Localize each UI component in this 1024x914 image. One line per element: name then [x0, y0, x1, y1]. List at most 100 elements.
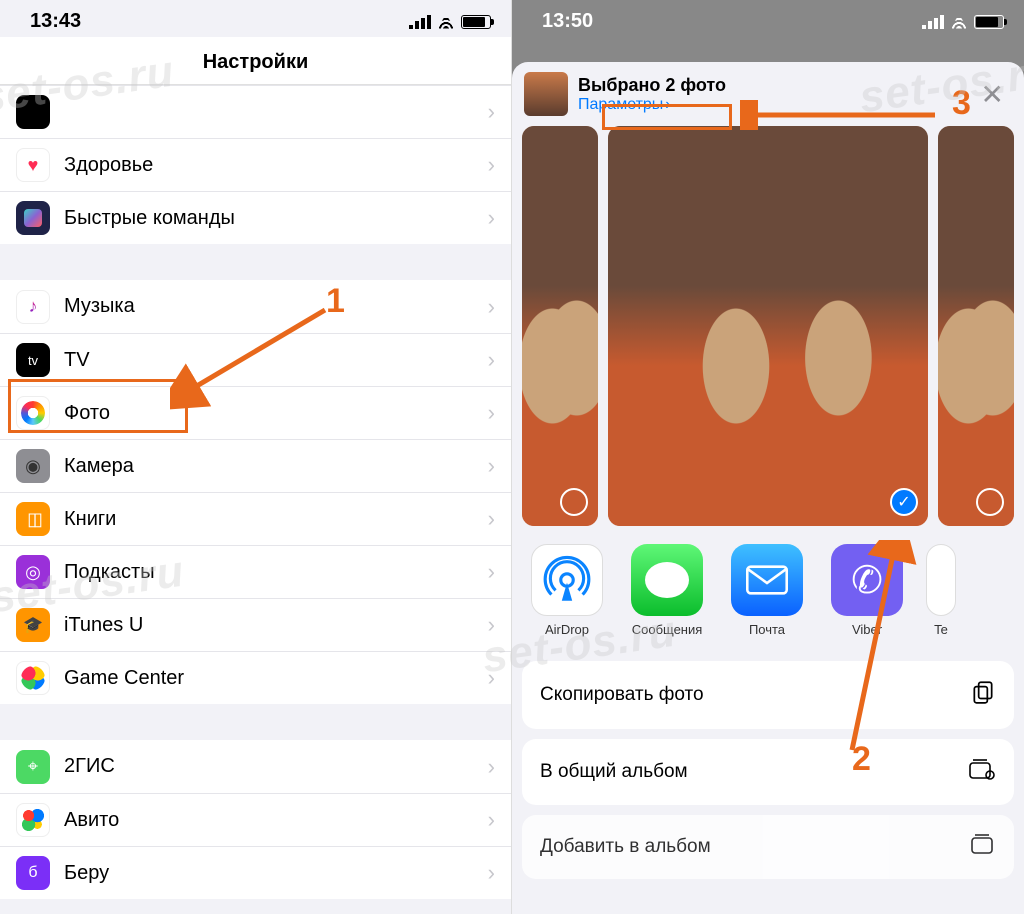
photo-content [522, 126, 598, 526]
settings-row-camera[interactable]: Камера › [0, 439, 511, 492]
chevron-right-icon: › [488, 347, 495, 373]
settings-row-beru[interactable]: Беру › [0, 846, 511, 899]
chevron-right-icon: › [488, 612, 495, 638]
settings-row-gamecenter[interactable]: Game Center › [0, 651, 511, 704]
row-label: Подкасты [64, 561, 488, 584]
share-app-messages[interactable]: Сообщения [626, 544, 708, 637]
chevron-right-icon: › [488, 807, 495, 833]
settings-group-1: Музыка › TV › Фото › Камера › Книги › По… [0, 280, 511, 704]
app-label: Viber [826, 622, 908, 637]
2gis-icon [16, 750, 50, 784]
tv-icon [16, 343, 50, 377]
viber-icon [831, 544, 903, 616]
add-album-icon [970, 833, 996, 861]
row-label: Game Center [64, 667, 488, 690]
selection-circle-off[interactable] [976, 488, 1004, 516]
health-icon [16, 148, 50, 182]
photo-content [608, 126, 928, 526]
shortcuts-icon [16, 201, 50, 235]
app-label: Сообщения [626, 622, 708, 637]
podcasts-icon [16, 555, 50, 589]
settings-row-podcasts[interactable]: Подкасты › [0, 545, 511, 598]
settings-screen: 13:43 Настройки › Здоровье › Быстрые ком… [0, 0, 512, 914]
photo-thumb-2[interactable] [938, 126, 1014, 526]
clock: 13:50 [542, 10, 593, 33]
action-copy-photo[interactable]: Скопировать фото [522, 661, 1014, 729]
chevron-right-icon: › [488, 559, 495, 585]
chevron-right-icon: › [488, 453, 495, 479]
action-shared-album[interactable]: В общий альбом [522, 739, 1014, 805]
settings-row-avito[interactable]: Авито › [0, 793, 511, 846]
row-label: 2ГИС [64, 755, 488, 778]
signal-icon [922, 15, 944, 29]
share-sheet-screen: 13:50 Выбрано 2 фото Параметры › ✕ [512, 0, 1024, 914]
highlight-options [602, 104, 732, 130]
app-icon [16, 95, 50, 129]
action-list: Скопировать фото В общий альбом Добавить… [512, 645, 1024, 879]
chevron-right-icon: › [488, 205, 495, 231]
settings-group-0: › Здоровье › Быстрые команды › [0, 85, 511, 244]
app-label: AirDrop [526, 622, 608, 637]
row-label: Музыка [64, 295, 488, 318]
share-apps-row[interactable]: AirDrop Сообщения Почта Viber Te [512, 526, 1024, 645]
wifi-icon [950, 15, 968, 29]
action-add-album[interactable]: Добавить в альбом [522, 815, 1014, 879]
photo-thumb-1[interactable]: ✓ [608, 126, 928, 526]
chevron-right-icon: › [488, 860, 495, 886]
share-app-mail[interactable]: Почта [726, 544, 808, 637]
signal-icon [409, 15, 431, 29]
close-button[interactable]: ✕ [973, 74, 1012, 115]
share-sheet: Выбрано 2 фото Параметры › ✕ ✓ [512, 62, 1024, 914]
status-bar: 13:50 [512, 0, 1024, 37]
chevron-right-icon: › [488, 506, 495, 532]
page-title: Настройки [0, 37, 511, 85]
clock: 13:43 [30, 10, 81, 33]
sheet-header: Выбрано 2 фото Параметры › ✕ [512, 62, 1024, 126]
photo-content [938, 126, 1014, 526]
selection-title: Выбрано 2 фото [578, 75, 963, 96]
selection-circle-on[interactable]: ✓ [890, 488, 918, 516]
settings-row-shortcuts[interactable]: Быстрые команды › [0, 191, 511, 244]
shared-album-icon [968, 757, 996, 787]
chevron-right-icon: › [488, 400, 495, 426]
music-icon [16, 290, 50, 324]
share-app-viber[interactable]: Viber [826, 544, 908, 637]
settings-row-books[interactable]: Книги › [0, 492, 511, 545]
action-label: Добавить в альбом [540, 836, 711, 858]
share-app-more[interactable]: Te [926, 544, 956, 637]
copy-icon [970, 679, 996, 711]
step-number-2: 2 [852, 740, 871, 779]
avito-icon [16, 803, 50, 837]
row-label: Быстрые команды [64, 207, 488, 230]
photo-strip[interactable]: ✓ [512, 126, 1024, 526]
battery-icon [974, 15, 1004, 29]
selection-circle-off[interactable] [560, 488, 588, 516]
camera-icon [16, 449, 50, 483]
beru-icon [16, 856, 50, 890]
status-icons [922, 15, 1004, 29]
chevron-right-icon: › [488, 294, 495, 320]
battery-icon [461, 15, 491, 29]
mail-icon [731, 544, 803, 616]
chevron-right-icon: › [488, 99, 495, 125]
step-number-1: 1 [326, 282, 345, 321]
more-app-icon [926, 544, 956, 616]
settings-row-health[interactable]: Здоровье › [0, 138, 511, 191]
settings-row-2gis[interactable]: 2ГИС › [0, 740, 511, 793]
app-label: Почта [726, 622, 808, 637]
settings-row-music[interactable]: Музыка › [0, 280, 511, 333]
action-label: Скопировать фото [540, 684, 704, 706]
share-app-airdrop[interactable]: AirDrop [526, 544, 608, 637]
messages-icon [631, 544, 703, 616]
app-label: Te [926, 622, 956, 637]
photo-thumb-0[interactable] [522, 126, 598, 526]
settings-row-blank[interactable]: › [0, 85, 511, 138]
selection-thumbnail [524, 72, 568, 116]
row-label: iTunes U [64, 614, 488, 637]
row-label: Беру [64, 862, 488, 885]
row-label: Авито [64, 809, 488, 832]
row-label: Книги [64, 508, 488, 531]
settings-group-2: 2ГИС › Авито › Беру › [0, 740, 511, 899]
settings-row-itunesu[interactable]: iTunes U › [0, 598, 511, 651]
action-label: В общий альбом [540, 761, 688, 783]
